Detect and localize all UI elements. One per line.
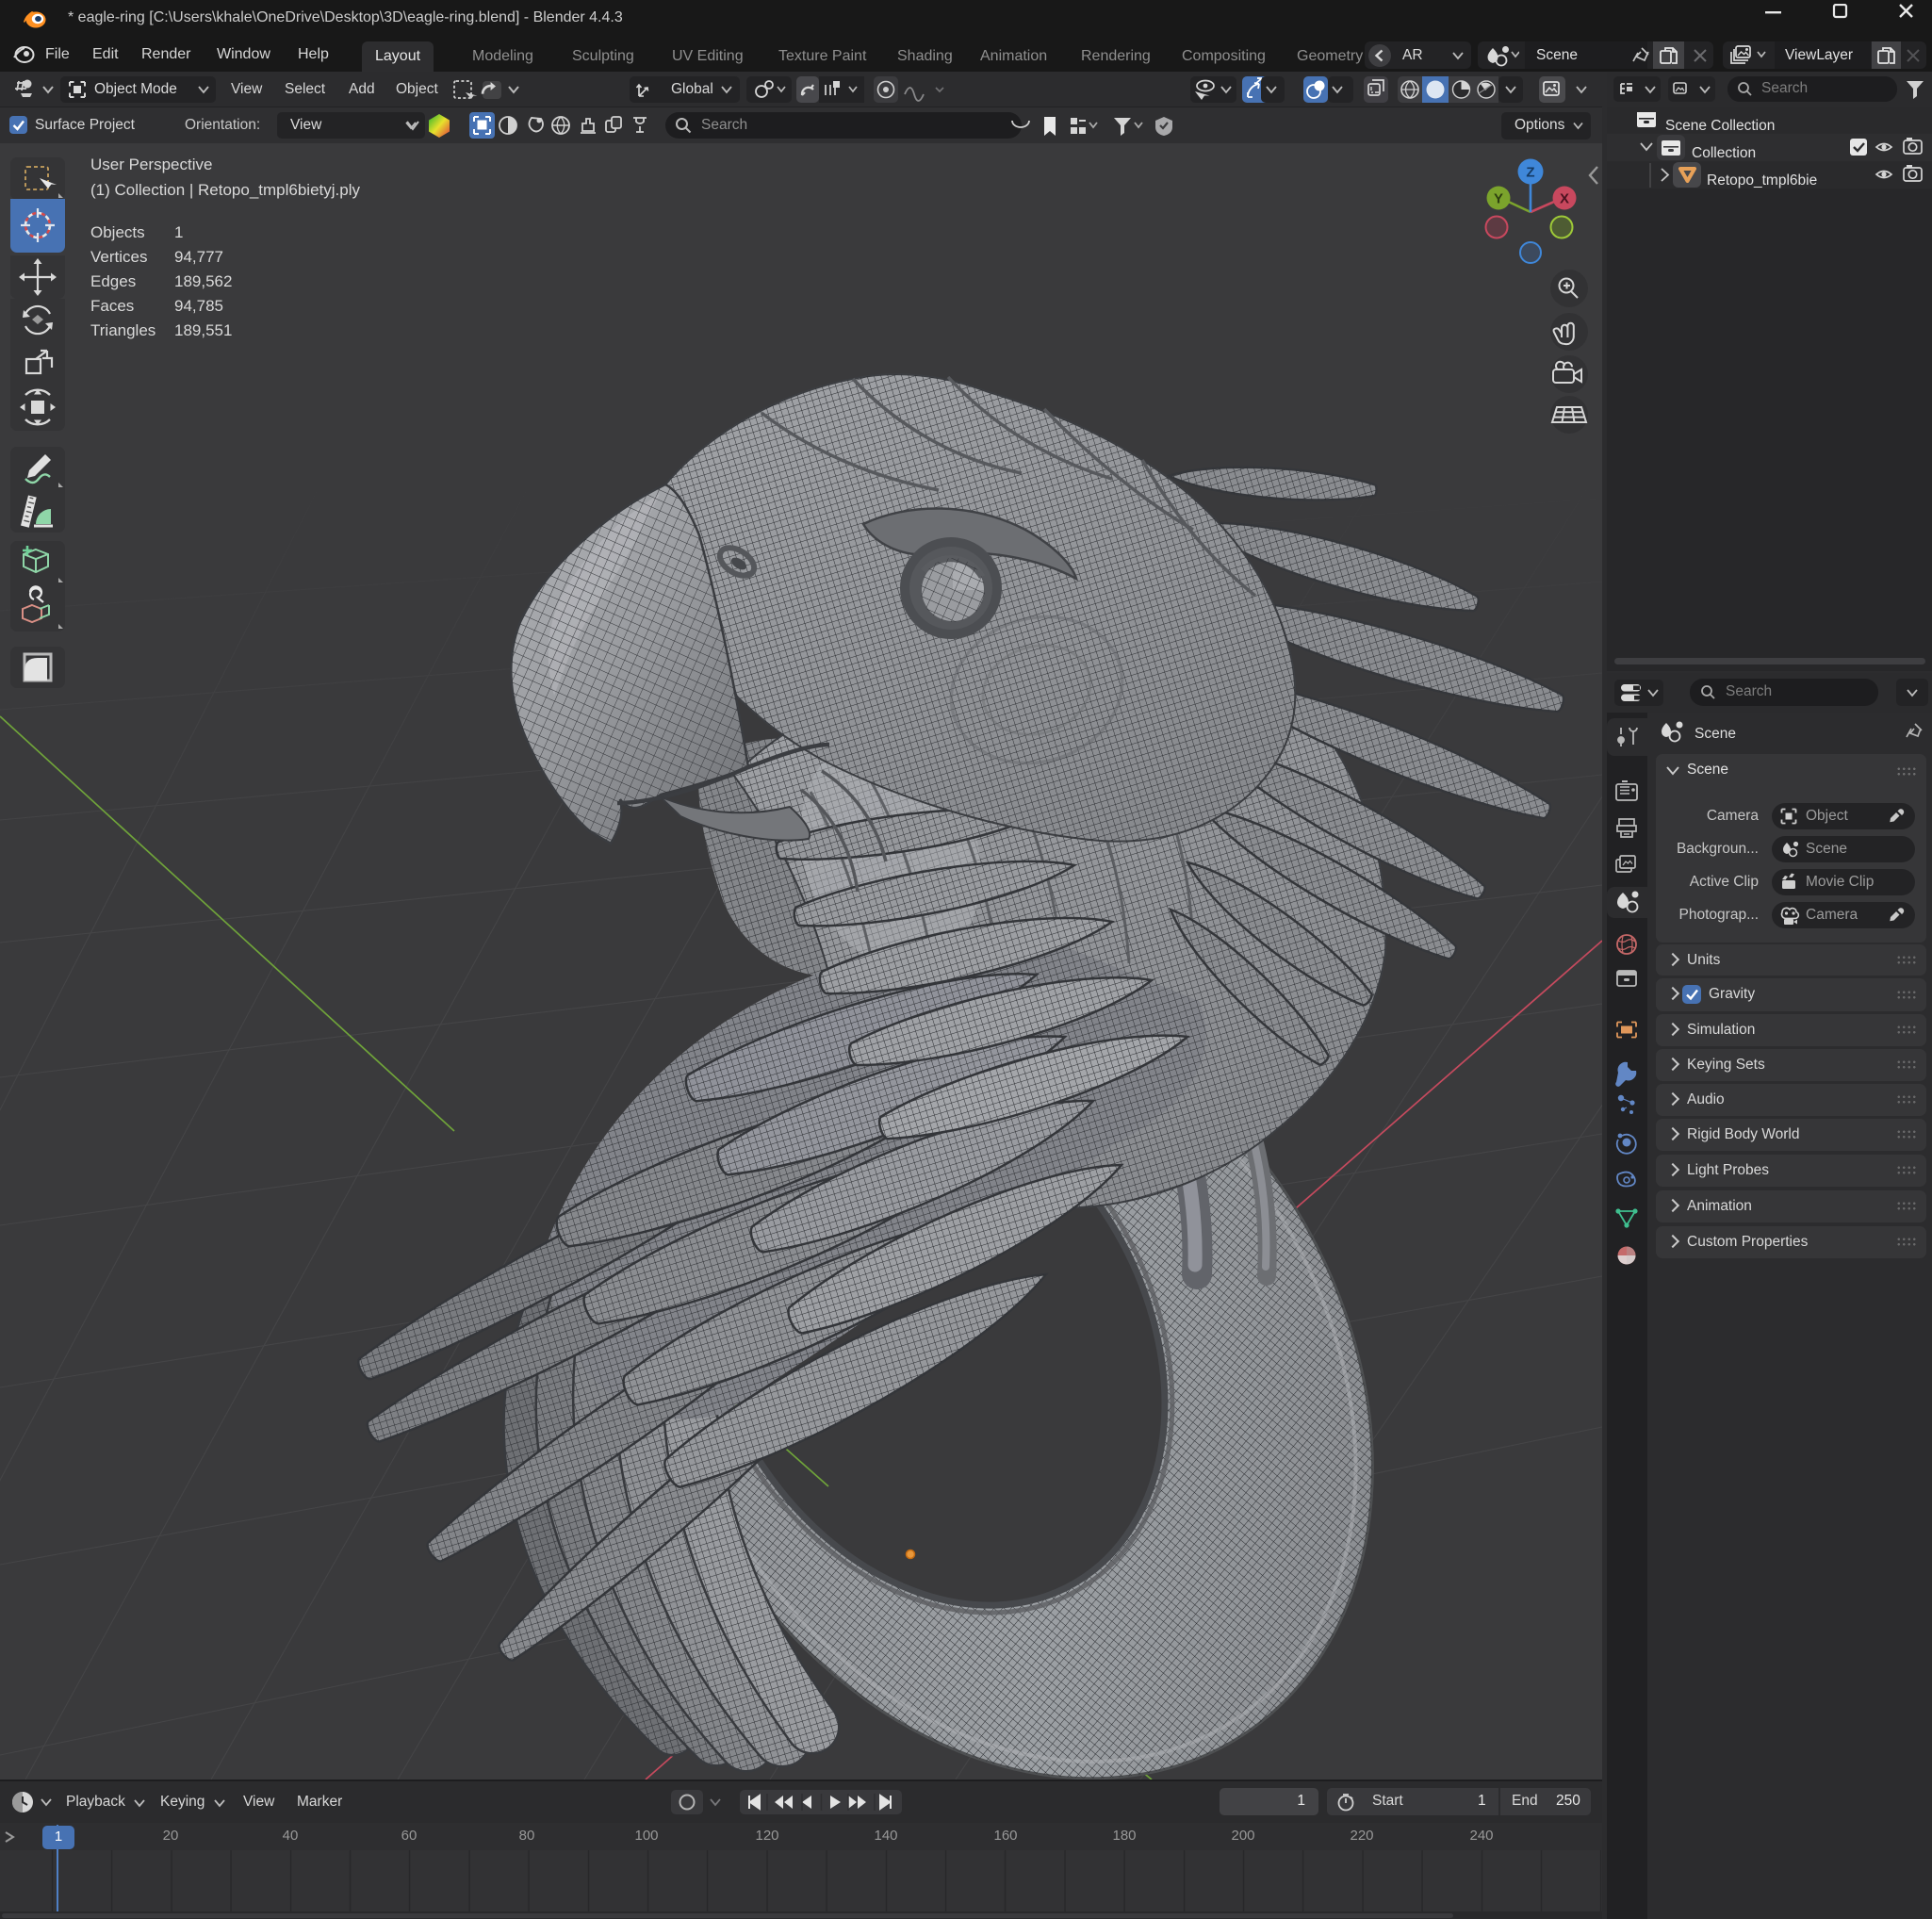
svg-text:Z: Z: [1526, 165, 1534, 181]
svg-text:X: X: [1560, 191, 1569, 207]
svg-text:Y: Y: [1494, 191, 1503, 207]
svg-text:Retopo_tmpl6bie: Retopo_tmpl6bie: [1707, 172, 1817, 189]
svg-text:Scene: Scene: [1695, 726, 1736, 742]
svg-text:Collection: Collection: [1692, 145, 1756, 161]
svg-text:Scene Collection: Scene Collection: [1665, 118, 1775, 134]
